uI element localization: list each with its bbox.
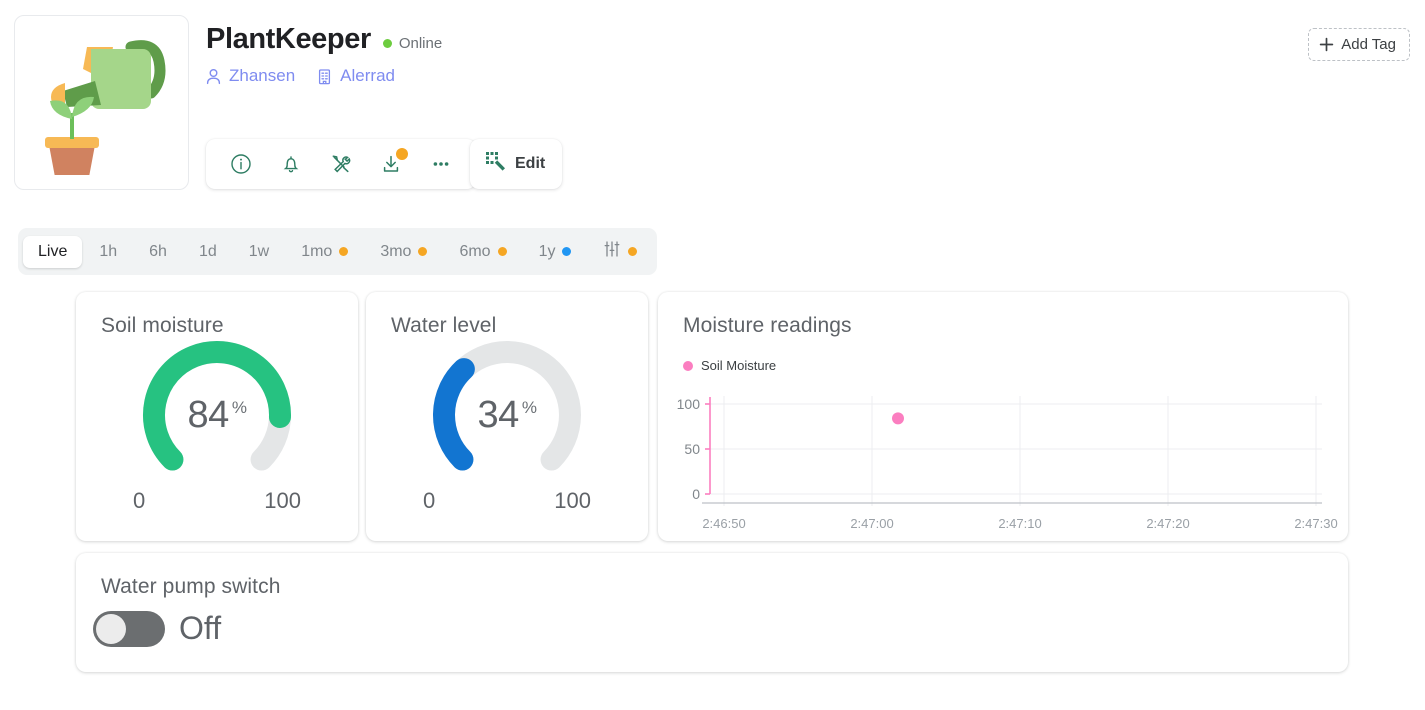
more-horizontal-icon [430,153,452,175]
info-button[interactable] [216,139,266,189]
x-tick-label: 2:47:20 [1146,516,1189,531]
tab-label: Live [38,242,68,260]
soil-gauge-range: 0 100 [133,488,301,514]
sliders-icon [603,240,621,263]
device-meta-row: Zhansen Alerrad [206,66,395,86]
tab-6h[interactable]: 6h [134,236,182,268]
water-pump-toggle[interactable] [93,610,165,647]
tab-label: 1w [248,242,270,260]
soil-moisture-card: Soil moisture 84% 0 100 [76,292,358,541]
soil-gauge-max: 100 [264,488,301,513]
tab-label: 1y [538,242,556,260]
tab-status-dot [418,247,428,256]
tab-settings[interactable] [588,233,652,270]
notification-badge [396,148,408,160]
tab-label: 6h [149,242,167,260]
tab-live[interactable]: Live [23,235,83,268]
status-label: Online [398,35,443,52]
status-dot-icon [382,39,392,48]
y-tick-label: 50 [684,441,700,457]
legend-label: Soil Moisture [701,358,777,373]
alerts-button[interactable] [266,139,316,189]
device-dashboard-page: PlantKeeper Online Zhansen Alerrad Add T… [0,0,1425,710]
water-level-value-wrap: 34% [414,394,600,437]
water-level-title: Water level [391,314,497,337]
tab-label: 6mo [459,242,491,260]
add-tag-button[interactable]: Add Tag [1308,28,1410,61]
device-title-row: PlantKeeper Online [206,23,443,56]
water-gauge-range: 0 100 [423,488,591,514]
tools-icon [330,153,352,175]
organization-label: Alerrad [340,66,395,85]
x-tick-label: 2:47:10 [998,516,1041,531]
organization-link[interactable]: Alerrad [317,66,395,86]
soil-moisture-title: Soil moisture [101,314,224,337]
water-level-value: 34 [477,394,520,436]
x-tick-label: 2:47:00 [850,516,893,531]
chart-plot-area[interactable]: 2:46:50 2:47:00 2:47:10 2:47:20 2:47:30 0 50 10… [658,384,1348,534]
water-gauge-max: 100 [554,488,591,513]
user-icon [206,68,221,85]
device-avatar-card[interactable] [14,15,189,190]
edit-label: Edit [515,155,546,172]
watering-can-plant-illustration [27,25,177,180]
water-pump-control-row: Off [93,610,221,647]
water-pump-title: Water pump switch [101,575,281,598]
tab-status-dot [628,247,638,256]
status-badge: Online [382,35,443,52]
soil-moisture-value: 84 [187,394,230,436]
y-tick-label: 100 [677,396,701,412]
tab-3mo[interactable]: 3mo [365,236,442,268]
add-tag-label: Add Tag [1341,36,1396,53]
soil-moisture-unit: % [231,398,247,418]
toggle-knob [96,613,126,644]
x-tick-label: 2:47:30 [1294,516,1337,531]
water-level-card: Water level 34% 0 100 [366,292,648,541]
bell-icon [280,153,302,175]
soil-moisture-value-wrap: 84% [124,394,310,437]
tab-1w[interactable]: 1w [234,236,284,268]
chart-legend[interactable]: Soil Moisture [683,358,776,373]
tab-status-dot [562,247,572,256]
owner-link[interactable]: Zhansen [206,66,295,86]
y-tick-label: 0 [692,486,700,502]
tab-label: 1h [99,242,118,260]
tab-status-dot [497,247,507,256]
tools-button[interactable] [316,139,366,189]
tab-1h[interactable]: 1h [84,236,132,268]
tab-label: 3mo [380,242,412,260]
tab-1d[interactable]: 1d [184,236,232,268]
water-level-gauge: 34% 0 100 [366,336,648,514]
soil-gauge-min: 0 [133,488,146,513]
tab-1y[interactable]: 1y [524,236,587,268]
tab-status-dot [339,247,349,256]
water-gauge-min: 0 [423,488,436,513]
page-title: PlantKeeper [206,23,371,55]
chart-data-point[interactable] [892,412,904,425]
soil-moisture-gauge: 84% 0 100 [76,336,358,514]
plus-icon [1319,37,1334,52]
x-tick-label: 2:46:50 [702,516,745,531]
tab-label: 1mo [301,242,333,260]
water-level-unit: % [521,398,537,418]
legend-color-dot [683,360,693,371]
water-pump-state-label: Off [179,610,222,646]
edit-button[interactable]: Edit [470,139,563,189]
info-circle-icon [230,153,252,175]
moisture-readings-card: Moisture readings Soil Moisture 2:46:50 2… [658,292,1348,541]
qr-edit-icon [485,151,506,177]
moisture-readings-title: Moisture readings [683,314,852,337]
building-icon [317,68,332,85]
water-pump-card: Water pump switch Off [76,553,1348,672]
time-range-tabs: Live 1h 6h 1d 1w 1mo 3mo 6mo 1y [18,228,658,275]
owner-label: Zhansen [229,66,296,85]
tab-1mo[interactable]: 1mo [286,236,363,268]
tab-6mo[interactable]: 6mo [444,236,521,268]
tab-label: 1d [198,242,217,260]
download-button[interactable] [366,139,416,189]
more-button[interactable] [416,139,466,189]
device-action-toolbar [206,139,476,189]
